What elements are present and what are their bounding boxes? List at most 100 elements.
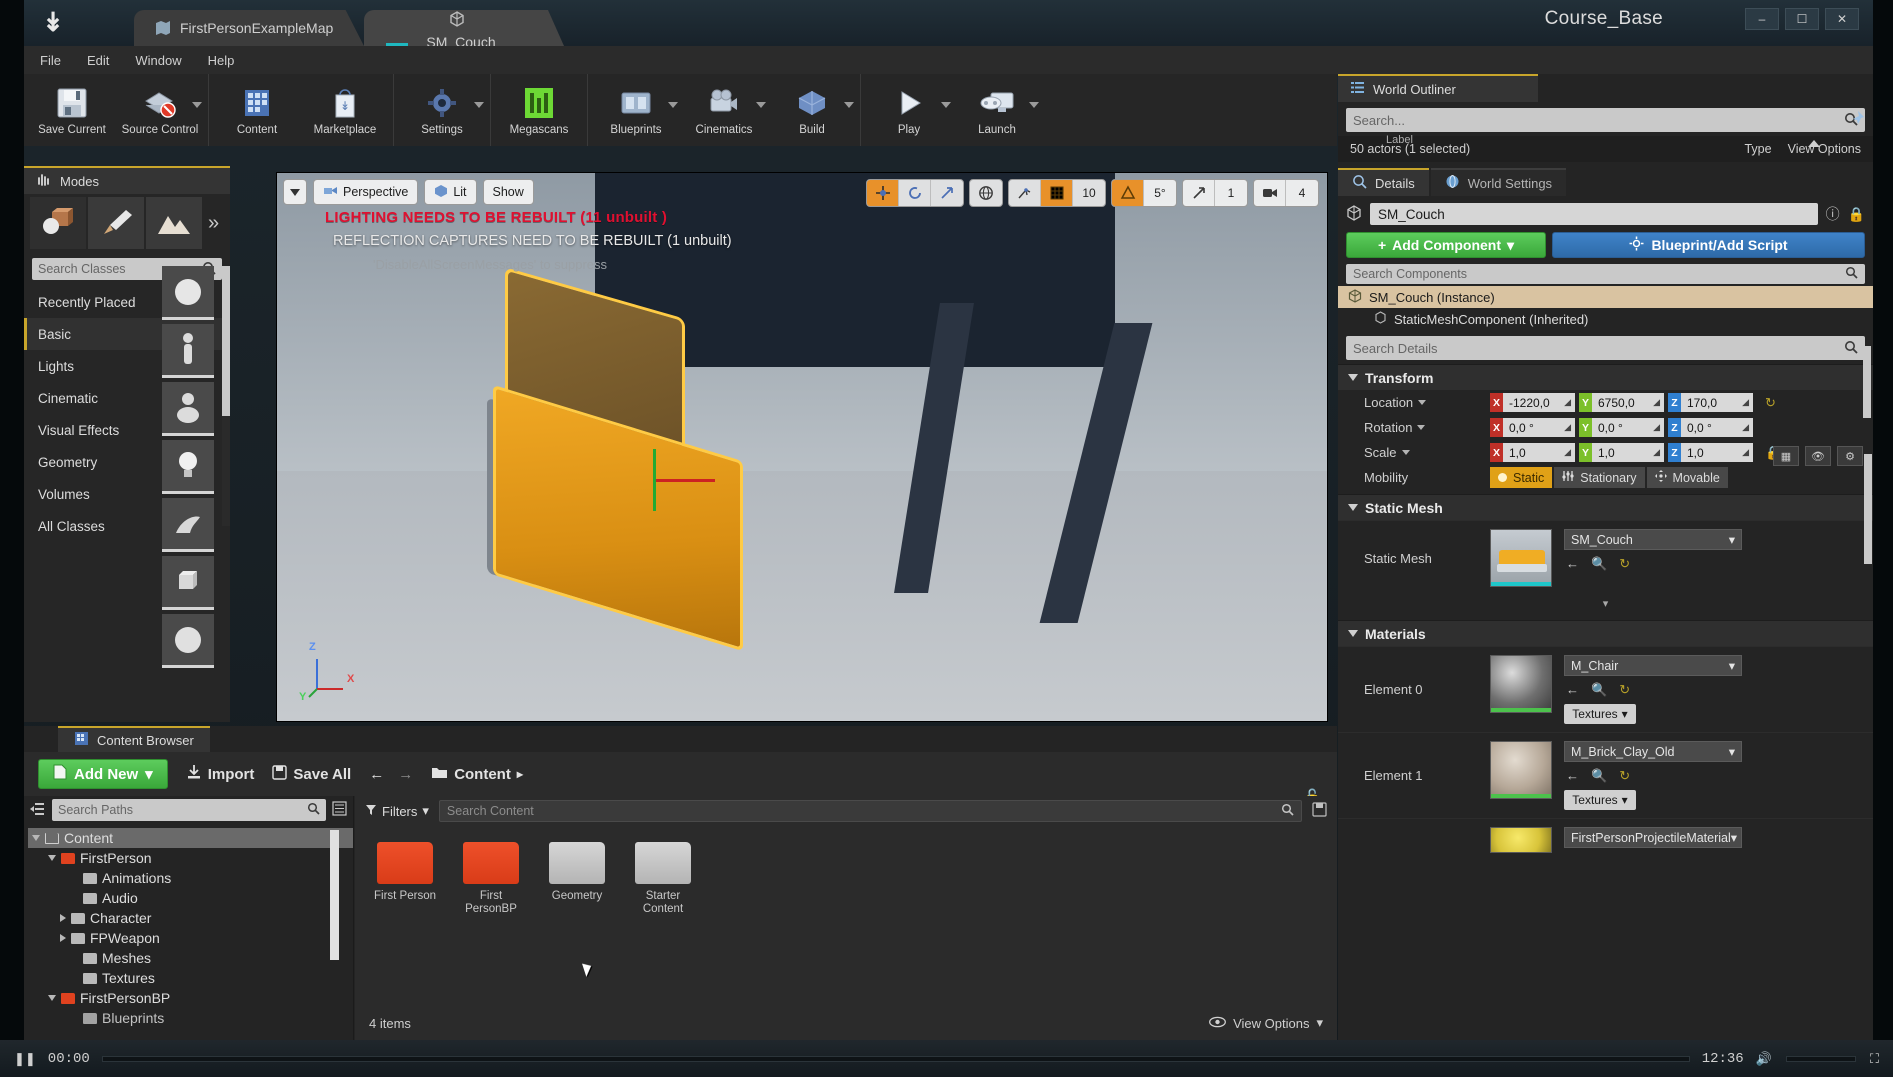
play-button[interactable]: Play (865, 74, 953, 146)
browse-asset-icon[interactable]: 🔍 (1591, 768, 1607, 784)
content-browser-tab[interactable]: Content Browser (58, 726, 210, 752)
tree-node-meshes[interactable]: Meshes (28, 948, 353, 968)
visibility-icon[interactable]: 👁 (1805, 446, 1831, 466)
material-dropdown[interactable]: M_Brick_Clay_Old ▾ (1564, 741, 1742, 762)
perspective-button[interactable]: Perspective (313, 179, 419, 205)
view-mode-button[interactable]: Lit (424, 179, 477, 205)
reset-to-default-icon[interactable]: ↻ (1765, 395, 1776, 411)
reset-to-default-icon[interactable]: ↻ (1619, 768, 1630, 784)
blueprint-add-script-button[interactable]: Blueprint/Add Script (1552, 232, 1865, 258)
reset-to-default-icon[interactable]: ↻ (1619, 556, 1630, 572)
modes-tab[interactable]: Modes (24, 166, 230, 194)
close-button[interactable]: ✕ (1825, 8, 1859, 30)
chevron-down-icon[interactable] (474, 102, 484, 108)
tree-node-audio[interactable]: Audio (28, 888, 353, 908)
place-mode-icon[interactable] (30, 197, 86, 249)
placeables-scrollbar[interactable] (222, 266, 230, 526)
column-header-label[interactable]: Label (1386, 134, 1413, 146)
tree-node-firstpersonbp[interactable]: FirstPersonBP (28, 988, 353, 1008)
static-mesh-thumbnail[interactable] (1490, 529, 1552, 587)
mobility-movable-button[interactable]: Movable (1646, 467, 1728, 488)
chevron-down-icon[interactable] (48, 995, 56, 1001)
search-paths-input[interactable]: Search Paths (52, 799, 326, 821)
shapes-thumb[interactable] (162, 382, 214, 436)
surface-snap-icon[interactable] (1009, 180, 1041, 206)
details-scrollbar[interactable] (1864, 454, 1872, 564)
expand-static-mesh-icon[interactable]: ▾ (1338, 595, 1873, 616)
settings-icon[interactable]: ⚙ (1837, 446, 1863, 466)
scale-x-input[interactable]: 1,0 ◢ (1503, 443, 1575, 462)
angle-snap-icon[interactable] (1112, 180, 1144, 206)
rotate-gizmo-icon[interactable] (899, 180, 931, 206)
fullscreen-icon[interactable]: ⛶ (1870, 1051, 1879, 1067)
breadcrumb-label[interactable]: Content (454, 766, 511, 783)
location-y-input[interactable]: 6750,0 ◢ (1592, 393, 1664, 412)
chevron-down-icon[interactable] (32, 835, 40, 841)
translate-gizmo-icon[interactable] (867, 180, 899, 206)
sphere-thumb[interactable] (162, 266, 214, 320)
chevron-right-icon[interactable] (60, 934, 66, 942)
property-label-scale[interactable]: Scale (1338, 445, 1490, 460)
grid-snap-icon[interactable] (1041, 180, 1073, 206)
material-thumbnail[interactable] (1490, 827, 1552, 853)
rotation-x-input[interactable]: 0,0 ° ◢ (1503, 418, 1575, 437)
tab-sm-couch[interactable]: SM_Couch (364, 10, 564, 46)
asset-item-first-person[interactable]: First Person (369, 842, 441, 916)
camera-speed-icon[interactable] (1254, 180, 1286, 206)
components-scrollbar[interactable] (1863, 346, 1871, 418)
dragon-thumb[interactable] (162, 498, 214, 552)
show-menu-button[interactable]: Show (482, 179, 534, 205)
filters-button[interactable]: Filters ▾ (365, 803, 429, 819)
mobility-static-button[interactable]: Static (1490, 467, 1553, 488)
textures-button[interactable]: Textures ▾ (1564, 704, 1636, 724)
info-icon[interactable]: ⓘ (1826, 204, 1840, 224)
add-component-button[interactable]: + Add Component ▾ (1346, 232, 1546, 258)
pin-icon[interactable] (1849, 110, 1865, 129)
browse-asset-icon[interactable]: 🔍 (1591, 682, 1607, 698)
grid-snap-value[interactable]: 10 (1073, 180, 1105, 206)
world-space-icon[interactable] (970, 180, 1002, 206)
search-components-input[interactable]: Search Components (1346, 264, 1865, 284)
rotation-z-input[interactable]: 0,0 ° ◢ (1681, 418, 1753, 437)
save-current-button[interactable]: Save Current (28, 74, 116, 146)
save-search-icon[interactable] (1312, 802, 1327, 820)
column-header-type[interactable]: Type (1744, 142, 1771, 156)
mobility-stationary-button[interactable]: Stationary (1554, 467, 1645, 488)
add-new-button[interactable]: Add New ▾ (38, 759, 168, 789)
use-selected-asset-icon[interactable]: ← (1566, 768, 1579, 784)
chevron-right-icon[interactable]: ▸ (517, 767, 523, 781)
gizmo-y-axis[interactable] (653, 449, 656, 511)
launch-button[interactable]: Launch (953, 74, 1041, 146)
actor-name-input[interactable]: SM_Couch (1370, 203, 1818, 225)
sources-view-options-icon[interactable] (332, 801, 347, 819)
tab-first-person-example-map[interactable]: FirstPersonExampleMap (134, 10, 364, 46)
blueprints-button[interactable]: Blueprints (592, 74, 680, 146)
tree-node-content[interactable]: Content (28, 828, 353, 848)
modes-more-icon[interactable]: » (208, 212, 219, 235)
scale-y-input[interactable]: 1,0 ◢ (1592, 443, 1664, 462)
source-control-button[interactable]: Source Control (116, 74, 204, 146)
import-button[interactable]: Import (186, 764, 254, 784)
display-options-icon[interactable]: ▦ (1773, 446, 1799, 466)
tree-node-fpweapon[interactable]: FPWeapon (28, 928, 353, 948)
forward-arrow-icon[interactable]: → (398, 766, 413, 783)
tab-details[interactable]: Details (1338, 168, 1429, 196)
chevron-down-icon[interactable] (48, 855, 56, 861)
build-button[interactable]: Build (768, 74, 856, 146)
menu-item-edit[interactable]: Edit (87, 53, 109, 68)
tree-scrollbar[interactable] (330, 830, 339, 960)
megascans-button[interactable]: Megascans (495, 74, 583, 146)
asset-item-starter-content[interactable]: Starter Content (627, 842, 699, 916)
section-transform[interactable]: Transform (1338, 364, 1873, 390)
browse-asset-icon[interactable]: 🔍 (1591, 556, 1607, 572)
selected-couch-mesh[interactable] (487, 267, 777, 652)
component-item-staticmeshcomponent[interactable]: StaticMeshComponent (Inherited) (1338, 308, 1873, 330)
world-outliner-search-input[interactable]: Search... (1346, 108, 1865, 132)
volume-icon[interactable]: 🔊 (1756, 1051, 1772, 1067)
back-arrow-icon[interactable]: ← (369, 766, 384, 783)
paint-mode-icon[interactable] (88, 197, 144, 249)
transform-gizmo[interactable] (645, 441, 725, 521)
pause-icon[interactable]: ❚❚ (14, 1051, 36, 1067)
landscape-mode-icon[interactable] (146, 197, 202, 249)
collapse-sources-icon[interactable] (30, 801, 46, 820)
